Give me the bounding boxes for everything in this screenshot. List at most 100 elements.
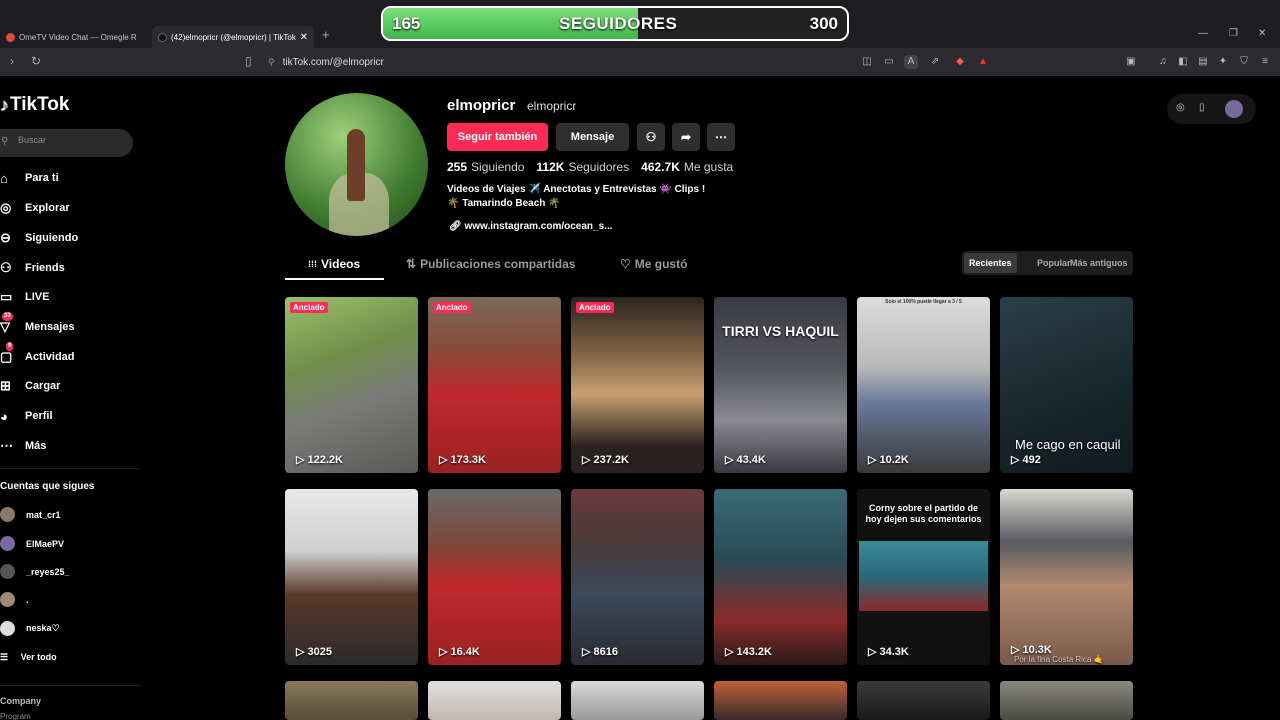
close-window-icon[interactable]: ✕ — [1258, 28, 1266, 39]
following-account[interactable]: . — [0, 592, 29, 607]
nav-actividad[interactable]: ▢ 9 Actividad — [0, 342, 120, 368]
video-card[interactable]: ▷ 3025 — [285, 489, 418, 665]
device-icon[interactable]: ▯ — [1199, 102, 1205, 113]
nav-cargar[interactable]: ⊞ Cargar — [0, 375, 120, 397]
account-name: ElMaePV — [26, 538, 65, 549]
video-card[interactable]: Por la fina Costa Rica 🤙 ▷ 10.3K — [1000, 489, 1133, 665]
message-button[interactable]: Mensaje — [556, 123, 629, 151]
sidebar-divider — [0, 685, 140, 686]
more-options-icon[interactable]: ⋯ — [707, 123, 735, 151]
video-card[interactable]: Solo el 100% puede llegar a 3 / 5 ▷ 10.2… — [857, 297, 990, 473]
video-card[interactable] — [428, 681, 561, 720]
nav-para-ti[interactable]: ⌂ Para ti — [0, 167, 120, 189]
panel-icon[interactable]: ◧ — [1176, 55, 1190, 69]
tab-videos[interactable]: ⁞⁞⁞ Videos — [308, 257, 360, 271]
search-input[interactable] — [18, 135, 118, 145]
video-card[interactable]: Corny sobre el partido de hoy dejen sus … — [857, 489, 990, 665]
nav-label: LIVE — [25, 291, 50, 303]
nav-friends[interactable]: ⚇ Friends — [0, 257, 120, 279]
tiktok-logo[interactable]: ♪ TikTok — [0, 94, 69, 116]
share-icon[interactable]: ➦ — [672, 123, 700, 151]
video-views: ▷ 143.2K — [725, 646, 772, 658]
wallet-icon[interactable]: ▤ — [1196, 55, 1210, 69]
address-bar: › ↻ ▯ ⚲ tikTok.com/@elmopricr ◫ ▭ A ⇗ ◆ ▲… — [0, 48, 1280, 76]
account-name: neska♡ — [26, 623, 60, 633]
nav-label: Cargar — [25, 380, 61, 392]
video-card[interactable]: Anclado ▷ 122.2K — [285, 297, 418, 473]
tab-reposts[interactable]: ⇅ Publicaciones compartidas — [406, 257, 575, 271]
video-card[interactable]: Anclado ▷ 173.3K — [428, 297, 561, 473]
profile-link[interactable]: 🔗︎ www.instagram.com/ocean_s... — [449, 221, 613, 232]
rewards-icon[interactable]: ▲ — [976, 55, 990, 69]
share-page-icon[interactable]: ⇗ — [928, 55, 942, 69]
video-card[interactable] — [714, 681, 847, 720]
restore-icon[interactable]: ❐ — [1229, 28, 1238, 39]
ai-icon[interactable]: ✦ — [1216, 55, 1230, 69]
tiktok-note-icon: ♪ — [0, 94, 9, 115]
nav-live[interactable]: ▭ LIVE — [0, 286, 120, 308]
compass-icon[interactable]: ◎ — [1176, 102, 1185, 113]
music-icon[interactable]: ♫ — [1156, 55, 1170, 69]
cast-icon[interactable]: ▭ — [882, 55, 896, 69]
profile-username: elmopricr — [447, 97, 516, 114]
close-tab-icon[interactable]: ✕ — [300, 32, 308, 43]
video-card[interactable] — [571, 681, 704, 720]
stat-followers[interactable]: 112K Seguidores — [536, 160, 629, 174]
video-views: ▷ 10.2K — [868, 454, 909, 466]
stat-following[interactable]: 255 Siguiendo — [447, 160, 524, 174]
menu-icon[interactable]: ≡ — [1258, 55, 1272, 69]
video-card[interactable] — [285, 681, 418, 720]
activity-icon: ▢ 9 — [0, 342, 14, 364]
nav-mensajes[interactable]: ▽ 33 Mensajes — [0, 312, 120, 338]
program-link[interactable]: Program — [0, 712, 31, 720]
following-account[interactable]: mat_cr1 — [0, 507, 61, 522]
new-tab-icon[interactable]: + — [322, 27, 330, 42]
video-card[interactable]: ▷ 8616 — [571, 489, 704, 665]
nav-siguiendo[interactable]: ⊖ Siguiendo — [0, 227, 120, 249]
nav-explorar[interactable]: ◎ Explorar — [0, 197, 120, 219]
reload-icon[interactable]: ↻ — [31, 54, 41, 68]
see-all-link[interactable]: ☰ Ver todo — [0, 652, 57, 663]
sidebar-toggle-icon[interactable]: ▣ — [1124, 55, 1138, 69]
shield-icon[interactable]: ◆ — [953, 55, 967, 69]
sort-oldest[interactable]: Más antiguos — [1065, 253, 1133, 273]
following-account[interactable]: neska♡ — [0, 621, 60, 636]
video-card[interactable]: Anclado ▷ 237.2K — [571, 297, 704, 473]
nav-label: Actividad — [25, 351, 75, 363]
bookmark-icon[interactable]: ▯ — [245, 54, 252, 68]
browser-tab-ometv[interactable]: OmeTV Video Chat — Omegle R — [0, 26, 146, 48]
nav-mas[interactable]: ⋯ Más — [0, 435, 120, 457]
tab-liked[interactable]: ♡ Me gustó — [620, 257, 687, 271]
video-card[interactable] — [1000, 681, 1133, 720]
video-card[interactable]: Me cago en caquil ▷ 492 — [1000, 297, 1133, 473]
minimize-icon[interactable]: — — [1198, 28, 1208, 39]
following-account[interactable]: ElMaePV — [0, 536, 64, 551]
following-account[interactable]: _reyes25_ — [0, 564, 70, 579]
tracking-icon[interactable]: ◫ — [860, 55, 874, 69]
video-card[interactable]: ▷ 143.2K — [714, 489, 847, 665]
vpn-icon[interactable]: ⛉ — [1237, 55, 1251, 69]
translate-icon[interactable]: A — [904, 55, 918, 69]
search-icon[interactable]: ⚲ — [1, 136, 8, 147]
nav-label: Siguiendo — [25, 232, 79, 244]
site-info-icon[interactable]: ⚲ — [268, 57, 275, 67]
avatar-person-shape — [347, 129, 365, 201]
forward-icon[interactable]: › — [10, 54, 14, 68]
nav-label: Friends — [25, 262, 65, 274]
nav-perfil[interactable]: ◕ Perfil — [0, 405, 120, 427]
video-card[interactable]: ▷ 16.4K — [428, 489, 561, 665]
followers-goal: 300 — [809, 14, 838, 33]
company-link[interactable]: Company — [0, 696, 41, 706]
video-card[interactable] — [857, 681, 990, 720]
suggest-user-icon[interactable]: ⚇ — [637, 123, 665, 151]
follow-button[interactable]: Seguir también — [447, 123, 548, 151]
browser-tab-tiktok[interactable]: (42)elmopricr (@elmopricr) | TikTok ✕ — [152, 26, 314, 48]
sort-recent[interactable]: Recientes — [964, 253, 1017, 273]
video-card[interactable]: TIRRI VS HAQUIL ▷ 43.4K — [714, 297, 847, 473]
avatar — [0, 592, 15, 607]
video-views: ▷ 122.2K — [296, 454, 343, 466]
sidebar-divider — [0, 468, 140, 469]
messages-icon: ▽ 33 — [0, 312, 13, 334]
user-avatar[interactable] — [1225, 100, 1243, 118]
stat-value: 112K — [536, 160, 565, 174]
